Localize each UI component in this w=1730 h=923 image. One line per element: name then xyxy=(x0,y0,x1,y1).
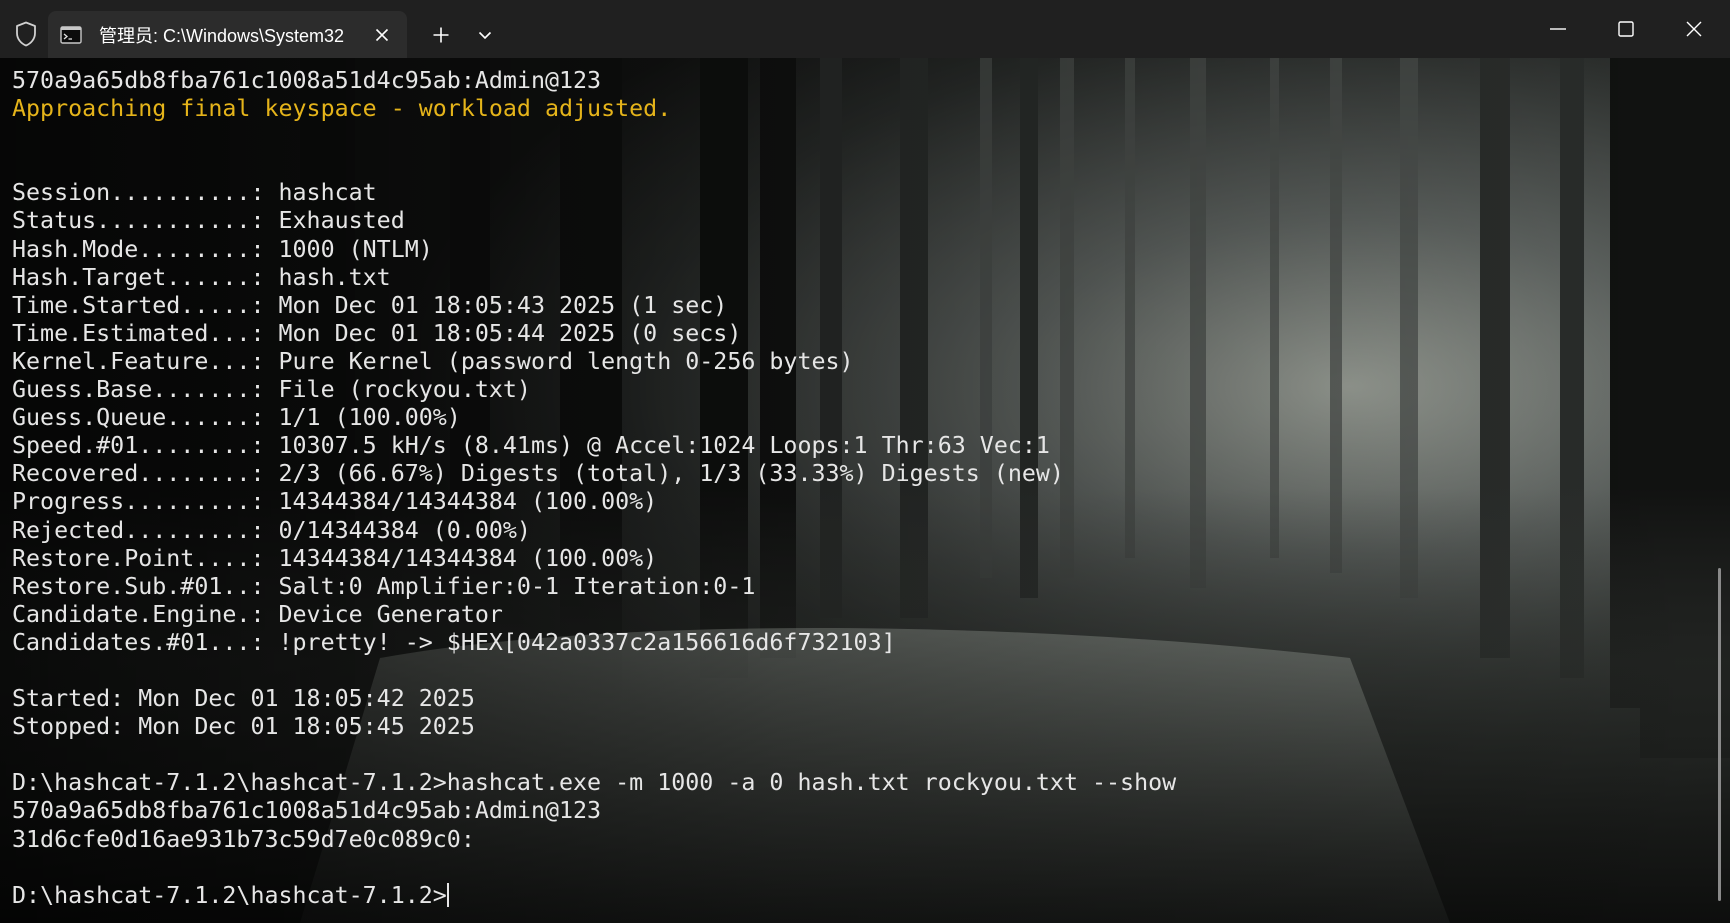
terminal-line: Status...........: Exhausted xyxy=(12,207,405,235)
terminal-line: 570a9a65db8fba761c1008a51d4c95ab:Admin@1… xyxy=(12,797,602,825)
tab-dropdown-button[interactable] xyxy=(468,18,502,52)
chevron-down-icon xyxy=(478,31,492,39)
terminal-line: Recovered........: 2/3 (66.67%) Digests … xyxy=(12,460,1064,488)
title-bar[interactable]: 管理员: C:\Windows\System32 xyxy=(0,0,1730,58)
scrollbar-thumb[interactable] xyxy=(1718,568,1721,901)
terminal-output-area[interactable]: 570a9a65db8fba761c1008a51d4c95ab:Admin@1… xyxy=(0,58,1730,923)
terminal-window: 管理员: C:\Windows\System32 570a9a65db8fba7… xyxy=(0,0,1730,923)
prompt-line[interactable]: D:\hashcat-7.1.2\hashcat-7.1.2> xyxy=(12,882,1176,910)
terminal-line: Time.Estimated...: Mon Dec 01 18:05:44 2… xyxy=(12,319,742,347)
terminal-line: Guess.Queue......: 1/1 (100.00%) xyxy=(12,404,461,432)
new-tab-button[interactable] xyxy=(422,18,460,52)
terminal-line: Session..........: hashcat xyxy=(12,179,377,207)
terminal-line: 570a9a65db8fba761c1008a51d4c95ab:Admin@1… xyxy=(12,67,602,94)
terminal-line: Speed.#01........: 10307.5 kH/s (8.41ms)… xyxy=(12,432,1050,460)
terminal-line: 31d6cfe0d16ae931b73c59d7e0c089c0: xyxy=(12,825,475,853)
tab-admin-terminal[interactable]: 管理员: C:\Windows\System32 xyxy=(48,11,407,58)
terminal-line: Approaching final keyspace - workload ad… xyxy=(12,95,672,123)
command-prompt: D:\hashcat-7.1.2\hashcat-7.1.2> xyxy=(12,881,447,909)
terminal-line: Progress.........: 14344384/14344384 (10… xyxy=(12,488,658,516)
terminal-line: Rejected.........: 0/14344384 (0.00%) xyxy=(12,516,531,544)
terminal-icon xyxy=(60,25,82,44)
text-cursor xyxy=(446,882,449,907)
close-icon xyxy=(1686,21,1702,37)
terminal-line: Restore.Point....: 14344384/14344384 (10… xyxy=(12,544,658,572)
shield-icon xyxy=(10,17,42,51)
terminal-line: Restore.Sub.#01..: Salt:0 Amplifier:0-1 … xyxy=(12,572,756,600)
terminal-line: Started: Mon Dec 01 18:05:42 2025 xyxy=(12,685,475,713)
minimize-button[interactable] xyxy=(1524,0,1592,58)
plus-icon xyxy=(433,27,449,43)
terminal-line: Candidates.#01...: !pretty! -> $HEX[042a… xyxy=(12,628,896,656)
maximize-button[interactable] xyxy=(1592,0,1660,58)
terminal-line: Hash.Mode........: 1000 (NTLM) xyxy=(12,235,433,263)
terminal-line: Hash.Target......: hash.txt xyxy=(12,263,391,291)
maximize-icon xyxy=(1618,21,1634,37)
tab-close-button[interactable] xyxy=(368,21,396,49)
terminal-line: Time.Started.....: Mon Dec 01 18:05:43 2… xyxy=(12,291,728,319)
terminal-line: D:\hashcat-7.1.2\hashcat-7.1.2>hashcat.e… xyxy=(12,769,1177,797)
terminal-text: 570a9a65db8fba761c1008a51d4c95ab:Admin@1… xyxy=(12,67,1176,910)
close-window-button[interactable] xyxy=(1660,0,1728,58)
minimize-icon xyxy=(1550,28,1566,30)
close-icon xyxy=(375,28,389,41)
tab-title: 管理员: C:\Windows\System32 xyxy=(99,25,345,46)
terminal-line: Stopped: Mon Dec 01 18:05:45 2025 xyxy=(12,713,475,741)
terminal-line: Kernel.Feature...: Pure Kernel (password… xyxy=(12,347,854,375)
terminal-line: Guess.Base.......: File (rockyou.txt) xyxy=(12,376,531,404)
terminal-line: Candidate.Engine.: Device Generator xyxy=(12,600,503,628)
